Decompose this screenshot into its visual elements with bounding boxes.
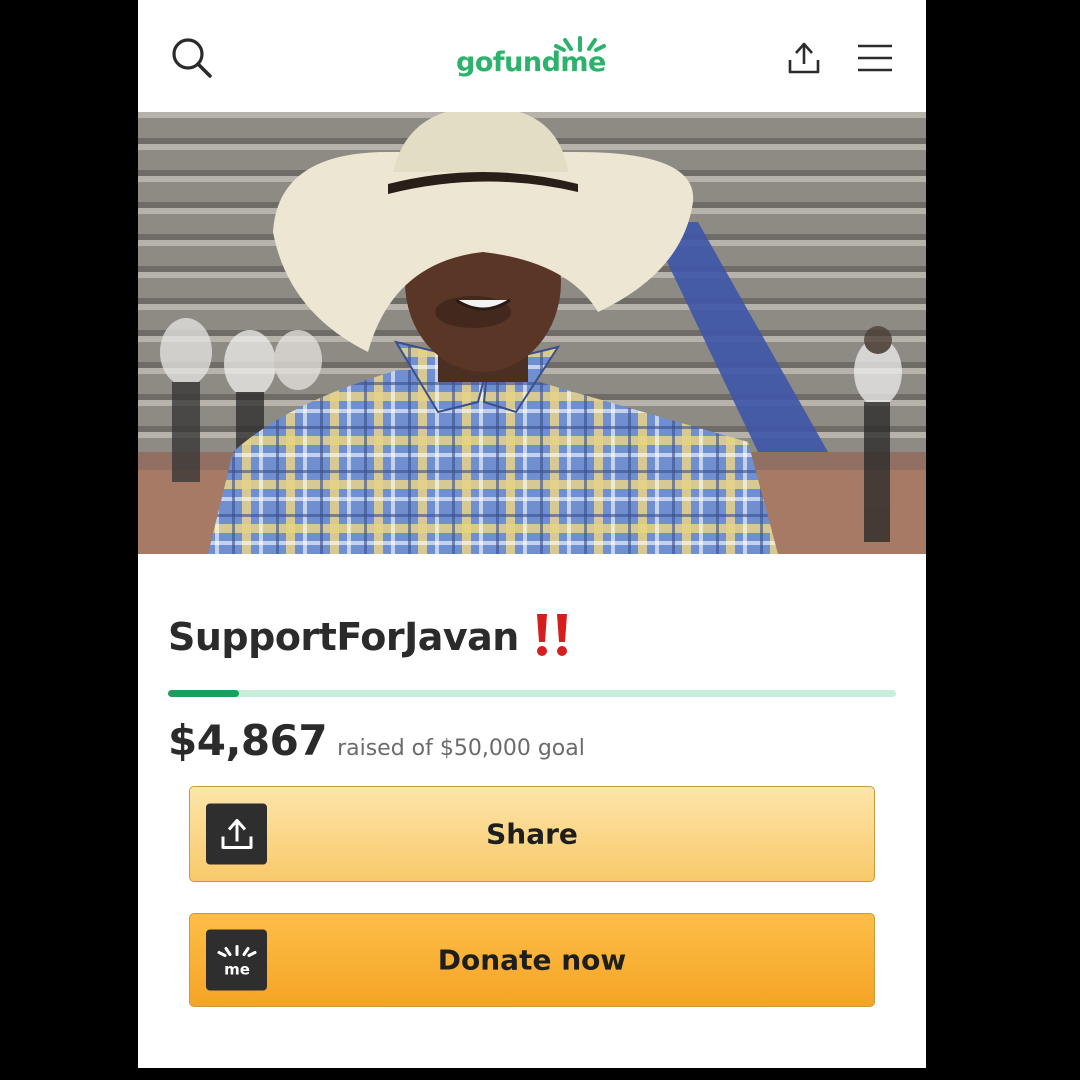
share-icon[interactable] xyxy=(780,34,828,82)
gofundme-logo[interactable]: gofundme xyxy=(456,30,608,82)
progress-bar xyxy=(168,690,896,697)
phone-screen: gofundme SupportForJavan $4,867 raised o… xyxy=(138,0,926,1068)
progress-bar-fill xyxy=(168,690,239,697)
top-nav: gofundme xyxy=(138,0,926,112)
share-button[interactable]: Share xyxy=(189,786,875,882)
campaign-title: SupportForJavan xyxy=(168,615,519,659)
share-button-label: Share xyxy=(486,817,578,851)
logo-sprout-icon xyxy=(554,36,606,52)
search-icon[interactable] xyxy=(168,34,216,82)
raised-summary: $4,867 raised of $50,000 goal xyxy=(168,716,585,765)
double-exclamation-icon xyxy=(533,612,573,662)
campaign-hero-image xyxy=(138,112,926,554)
amount-raised: $4,867 xyxy=(168,716,328,765)
campaign-title-row: SupportForJavan xyxy=(168,612,573,662)
donate-button-label: Donate now xyxy=(437,943,627,977)
donate-now-button[interactable]: me Donate now xyxy=(189,913,875,1007)
menu-icon[interactable] xyxy=(850,34,900,82)
goal-text: raised of $50,000 goal xyxy=(337,736,585,761)
